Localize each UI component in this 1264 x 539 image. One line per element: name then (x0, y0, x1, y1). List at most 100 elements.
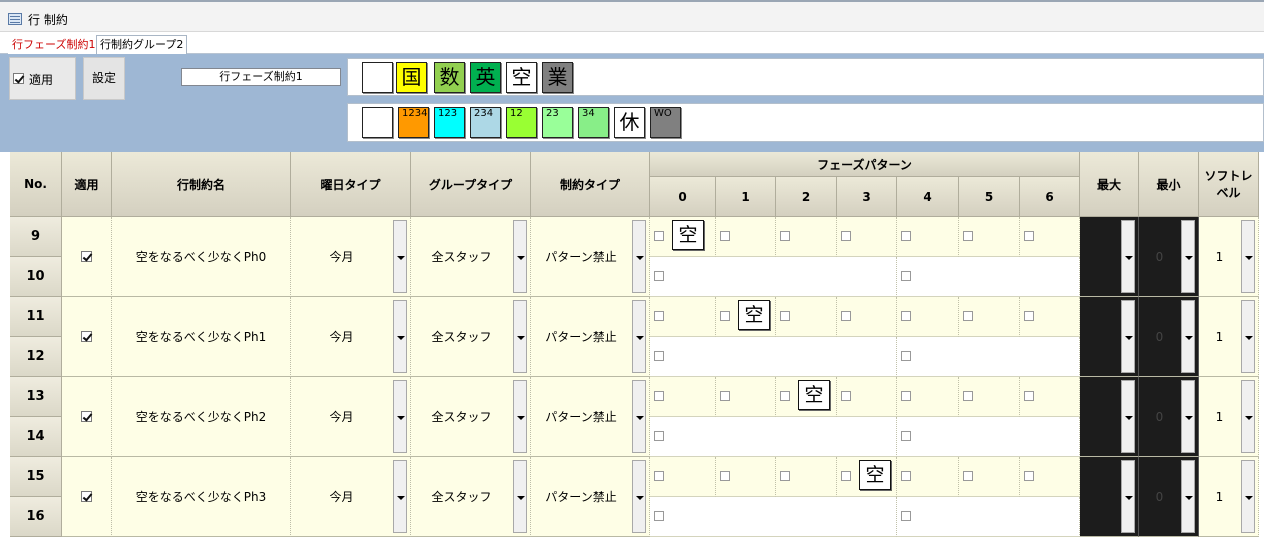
phase-cell[interactable] (897, 217, 959, 257)
palette-period-button[interactable]: 12 (506, 107, 537, 138)
row-min-dropdown[interactable]: 0 (1139, 377, 1199, 457)
apply-checkbox[interactable] (13, 73, 24, 84)
row-constraint-type-dropdown[interactable]: パターン禁止 (531, 217, 650, 297)
phase-checkbox[interactable] (841, 231, 851, 241)
dropdown-arrow-icon[interactable] (1241, 220, 1255, 293)
dropdown-arrow-icon[interactable] (393, 300, 407, 373)
phase-pattern-mark[interactable]: 空 (738, 300, 770, 330)
phase-checkbox[interactable] (963, 471, 973, 481)
palette-subject-button[interactable]: 業 (542, 62, 573, 93)
row-soft-level-dropdown[interactable]: 1 (1199, 217, 1259, 297)
phase-cell[interactable] (716, 457, 776, 497)
dropdown-arrow-icon[interactable] (1121, 380, 1135, 453)
palette-period-button[interactable]: 234 (470, 107, 501, 138)
row-day-type-dropdown[interactable]: 今月 (291, 377, 411, 457)
phase-checkbox[interactable] (901, 431, 911, 441)
phase-cell[interactable] (776, 217, 837, 257)
constraint-name-field[interactable]: 行フェーズ制約1 (181, 68, 341, 86)
phase-checkbox[interactable] (841, 311, 851, 321)
dropdown-arrow-icon[interactable] (393, 220, 407, 293)
phase-checkbox[interactable] (901, 271, 911, 281)
phase-checkbox[interactable] (780, 471, 790, 481)
phase-checkbox[interactable] (654, 471, 664, 481)
dropdown-arrow-icon[interactable] (513, 460, 527, 533)
phase-checkbox[interactable] (901, 511, 911, 521)
phase-cell-lower[interactable] (897, 497, 1080, 537)
palette-subject-button[interactable] (362, 62, 393, 93)
phase-cell[interactable] (897, 297, 959, 337)
row-max-dropdown[interactable] (1080, 217, 1139, 297)
phase-cell[interactable] (1020, 457, 1080, 497)
palette-subject-button[interactable]: 数 (434, 62, 465, 93)
dropdown-arrow-icon[interactable] (393, 460, 407, 533)
phase-cell[interactable]: 空 (650, 217, 716, 257)
row-soft-level-dropdown[interactable]: 1 (1199, 457, 1259, 537)
palette-period-button[interactable]: 123 (434, 107, 465, 138)
phase-checkbox[interactable] (720, 231, 730, 241)
phase-cell[interactable] (837, 377, 897, 417)
dropdown-arrow-icon[interactable] (1181, 380, 1195, 453)
phase-checkbox[interactable] (780, 311, 790, 321)
tab-phase-constraint-1[interactable]: 行フェーズ制約1 (8, 35, 100, 54)
phase-checkbox[interactable] (654, 231, 664, 241)
phase-cell-lower[interactable] (897, 337, 1080, 377)
phase-cell-lower[interactable] (650, 337, 897, 377)
phase-checkbox[interactable] (654, 311, 664, 321)
phase-cell[interactable]: 空 (776, 377, 837, 417)
phase-cell[interactable] (959, 217, 1020, 257)
phase-checkbox[interactable] (1024, 471, 1034, 481)
phase-cell[interactable] (650, 457, 716, 497)
phase-cell[interactable] (716, 217, 776, 257)
row-constraint-type-dropdown[interactable]: パターン禁止 (531, 457, 650, 537)
phase-pattern-mark[interactable]: 空 (859, 460, 891, 490)
dropdown-arrow-icon[interactable] (632, 380, 646, 453)
phase-pattern-mark[interactable]: 空 (798, 380, 830, 410)
row-group-type-dropdown[interactable]: 全スタッフ (411, 297, 531, 377)
row-group-type-dropdown[interactable]: 全スタッフ (411, 217, 531, 297)
phase-checkbox[interactable] (963, 231, 973, 241)
phase-checkbox[interactable] (901, 351, 911, 361)
row-soft-level-dropdown[interactable]: 1 (1199, 377, 1259, 457)
phase-checkbox[interactable] (1024, 231, 1034, 241)
phase-cell[interactable] (776, 297, 837, 337)
phase-checkbox[interactable] (720, 311, 730, 321)
phase-cell-lower[interactable] (897, 417, 1080, 457)
phase-cell[interactable] (650, 297, 716, 337)
palette-subject-button[interactable]: 英 (470, 62, 501, 93)
palette-subject-button[interactable]: 国 (396, 62, 427, 93)
row-day-type-dropdown[interactable]: 今月 (291, 297, 411, 377)
phase-cell[interactable] (837, 297, 897, 337)
row-min-dropdown[interactable]: 0 (1139, 217, 1199, 297)
row-max-dropdown[interactable] (1080, 297, 1139, 377)
phase-cell[interactable] (650, 377, 716, 417)
dropdown-arrow-icon[interactable] (1241, 380, 1255, 453)
phase-checkbox[interactable] (654, 511, 664, 521)
row-constraint-type-dropdown[interactable]: パターン禁止 (531, 297, 650, 377)
phase-checkbox[interactable] (901, 391, 911, 401)
dropdown-arrow-icon[interactable] (1181, 220, 1195, 293)
row-max-dropdown[interactable] (1080, 457, 1139, 537)
phase-checkbox[interactable] (720, 471, 730, 481)
phase-cell[interactable]: 空 (837, 457, 897, 497)
row-soft-level-dropdown[interactable]: 1 (1199, 297, 1259, 377)
phase-cell[interactable] (1020, 377, 1080, 417)
phase-cell[interactable] (776, 457, 837, 497)
dropdown-arrow-icon[interactable] (1181, 460, 1195, 533)
phase-cell[interactable] (837, 217, 897, 257)
phase-checkbox[interactable] (780, 231, 790, 241)
phase-cell-lower[interactable] (650, 417, 897, 457)
dropdown-arrow-icon[interactable] (1121, 300, 1135, 373)
row-apply-checkbox[interactable] (81, 411, 92, 422)
row-day-type-dropdown[interactable]: 今月 (291, 457, 411, 537)
phase-checkbox[interactable] (841, 391, 851, 401)
row-constraint-type-dropdown[interactable]: パターン禁止 (531, 377, 650, 457)
phase-cell[interactable]: 空 (716, 297, 776, 337)
phase-cell-lower[interactable] (650, 497, 897, 537)
row-apply-checkbox[interactable] (81, 331, 92, 342)
row-group-type-dropdown[interactable]: 全スタッフ (411, 377, 531, 457)
phase-checkbox[interactable] (1024, 391, 1034, 401)
dropdown-arrow-icon[interactable] (513, 220, 527, 293)
phase-cell-lower[interactable] (650, 257, 897, 297)
settings-button[interactable]: 設定 (83, 57, 125, 100)
phase-checkbox[interactable] (963, 311, 973, 321)
